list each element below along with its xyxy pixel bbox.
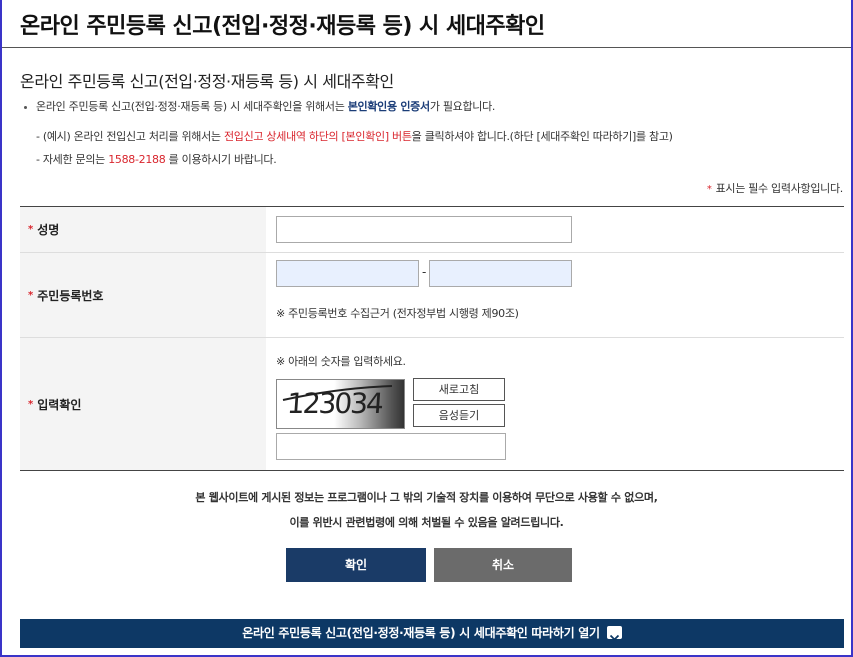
info-line-certificate: 온라인 주민등록 신고(전입·정정·재등록 등) 시 세대주확인을 위해서는 본…	[24, 98, 495, 114]
rrn-second-input[interactable]	[429, 260, 572, 287]
captcha-label: * 입력확인	[20, 338, 266, 470]
info-text: - (예시) 온라인 전입신고 처리를 위해서는	[36, 130, 224, 143]
page-title: 온라인 주민등록 신고(전입·정정·재등록 등) 시 세대주확인	[20, 14, 545, 39]
required-note: * 표시는 필수 입력사항입니다.	[707, 180, 843, 196]
walkthrough-toggle-bar[interactable]: 온라인 주민등록 신고(전입·정정·재등록 등) 시 세대주확인 따라하기 열기	[20, 619, 844, 648]
example-highlight: 전입신고 상세내역 하단의 [본인확인] 버튼	[223, 130, 412, 143]
rrn-cell: - ※ 주민등록번호 수집근거 (전자정부법 시행령 제90조)	[266, 253, 844, 337]
name-input[interactable]	[276, 216, 572, 243]
bullet-icon	[24, 105, 27, 109]
walkthrough-toggle-label: 온라인 주민등록 신고(전입·정정·재등록 등) 시 세대주확인 따라하기 열기	[242, 626, 600, 640]
captcha-noise-line	[282, 385, 393, 401]
name-label-text: 성명	[37, 223, 60, 237]
captcha-image: 123034	[276, 379, 405, 429]
info-line-contact: - 자세한 문의는 1588-2188 를 이용하시기 바랍니다.	[36, 151, 277, 167]
name-cell	[266, 207, 844, 252]
row-captcha: * 입력확인 ※ 아래의 숫자를 입력하세요. 123034 새로고침 음성듣기	[20, 338, 844, 470]
captcha-note: ※ 아래의 숫자를 입력하세요.	[276, 355, 406, 368]
required-star-icon: *	[28, 289, 34, 301]
info-line-example: - (예시) 온라인 전입신고 처리를 위해서는 전입신고 상세내역 하단의 […	[36, 128, 673, 144]
row-name: * 성명	[20, 207, 844, 253]
info-text: - 자세한 문의는	[36, 153, 109, 166]
info-text: 을 클릭하셔야 합니다.(하단 [세대주확인 따라하기]를 참고)	[411, 130, 673, 143]
cancel-button[interactable]: 취소	[434, 548, 572, 582]
required-note-text: 표시는 필수 입력사항입니다.	[715, 182, 844, 195]
rrn-separator: -	[422, 265, 427, 279]
required-star-icon: *	[28, 224, 34, 235]
rrn-note: ※ 주민등록번호 수집근거 (전자정부법 시행령 제90조)	[276, 307, 519, 320]
page-frame: 온라인 주민등록 신고(전입·정정·재등록 등) 시 세대주확인 온라인 주민등…	[0, 0, 853, 657]
rrn-label-text: 주민등록번호	[37, 288, 104, 303]
rrn-label: * 주민등록번호	[20, 253, 266, 337]
captcha-cell: ※ 아래의 숫자를 입력하세요. 123034 새로고침 음성듣기	[266, 338, 844, 470]
captcha-input[interactable]	[276, 433, 506, 460]
name-label: * 성명	[20, 207, 266, 252]
info-text: 를 이용하시기 바랍니다.	[165, 153, 277, 166]
warning-line-2: 이를 위반시 관련법령에 의해 처벌될 수 있음을 알려드립니다.	[289, 516, 564, 529]
info-text: 온라인 주민등록 신고(전입·정정·재등록 등) 시 세대주확인을 위해서는	[36, 100, 348, 113]
refresh-button[interactable]: 새로고침	[413, 378, 505, 401]
confirm-button[interactable]: 확인	[286, 548, 426, 582]
info-text: 가 필요합니다.	[429, 100, 496, 113]
certificate-highlight: 본인확인용 인증서	[347, 100, 430, 113]
chevron-down-icon	[606, 626, 622, 641]
audio-button[interactable]: 음성듣기	[413, 404, 505, 427]
rrn-first-input[interactable]	[276, 260, 419, 287]
captcha-label-text: 입력확인	[37, 397, 82, 412]
required-star-icon: *	[28, 398, 34, 410]
warning-line-1: 본 웹사이트에 게시된 정보는 프로그램이나 그 밖의 기술적 장치를 이용하여…	[195, 491, 658, 504]
form-table: * 성명 * 주민등록번호 - ※ 주민등록번호 수집근거 (전자정부법 시행령 제…	[20, 206, 844, 471]
section-title: 온라인 주민등록 신고(전입·정정·재등록 등) 시 세대주확인	[20, 72, 394, 91]
phone-number: 1588-2188	[108, 153, 166, 166]
required-star-icon: *	[706, 184, 712, 195]
row-rrn: * 주민등록번호 - ※ 주민등록번호 수집근거 (전자정부법 시행령 제90조)	[20, 253, 844, 338]
title-divider	[2, 47, 851, 48]
